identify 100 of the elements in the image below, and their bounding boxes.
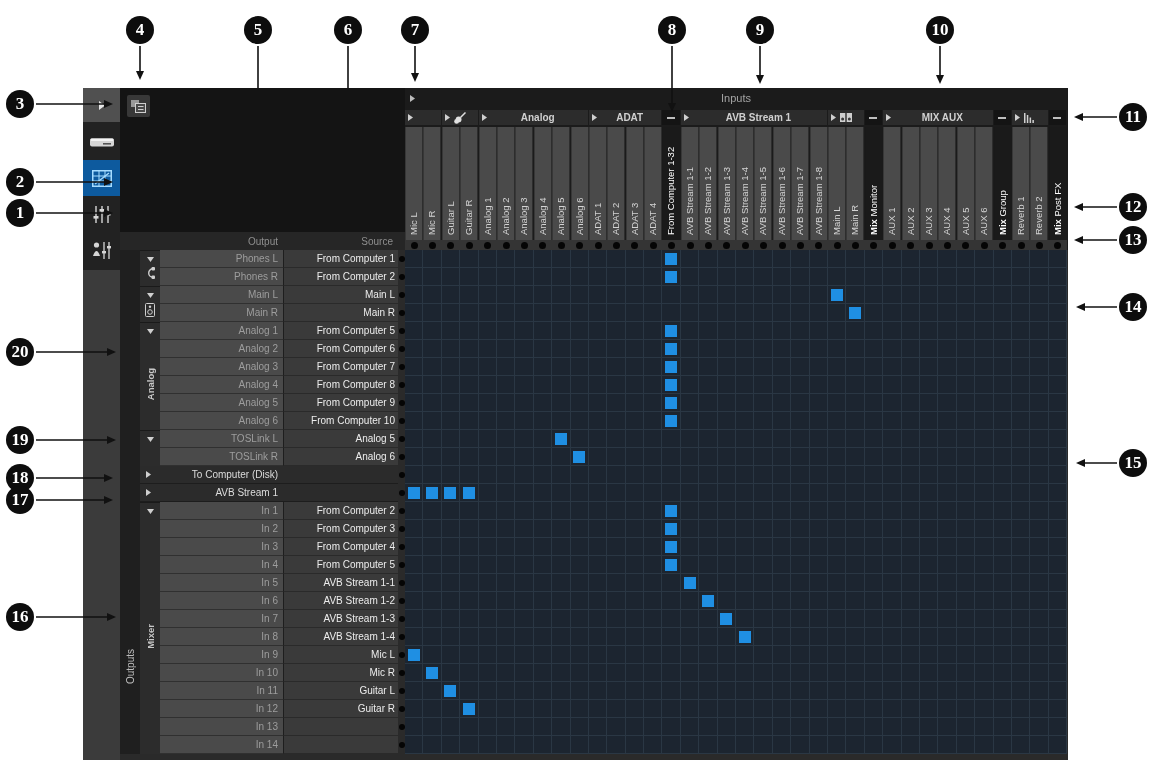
caret-icon[interactable] [408, 114, 413, 121]
output-cell: Main R [160, 304, 283, 322]
output-column-heading: Output [246, 235, 279, 247]
connector-dot-icon [852, 241, 860, 249]
source-cell: From Computer 6 [283, 340, 398, 358]
route-marker[interactable] [462, 486, 475, 499]
caret-icon[interactable] [886, 114, 892, 121]
callout-arrow [136, 46, 144, 80]
caret-icon[interactable] [831, 114, 836, 121]
connector-dot-icon [870, 241, 878, 249]
sidebar-tab[interactable] [83, 160, 120, 196]
callout-number: 14 [1119, 293, 1147, 321]
minus-icon[interactable] [998, 116, 1007, 119]
caret-icon[interactable] [683, 114, 689, 121]
connector-dot-icon [796, 241, 804, 249]
input-column-header: ADAT 4 [644, 127, 662, 240]
minus-icon[interactable] [1053, 116, 1062, 119]
route-marker[interactable] [444, 486, 457, 499]
person-sliders-icon [92, 241, 111, 259]
connector-dot-icon [398, 598, 405, 604]
output-group-label: AVB Stream 1 [214, 487, 278, 498]
callout-number: 12 [1119, 193, 1147, 221]
route-marker[interactable] [738, 630, 751, 643]
route-marker[interactable] [444, 684, 457, 697]
route-marker[interactable] [720, 612, 733, 625]
callout-number: 11 [1119, 103, 1147, 131]
source-cell: From Computer 9 [283, 394, 398, 412]
route-marker[interactable] [407, 648, 420, 661]
source-cell: From Computer 4 [283, 538, 398, 556]
caret-down-icon[interactable] [146, 329, 154, 334]
input-column-header: Guitar L [441, 127, 460, 240]
route-marker[interactable] [683, 576, 696, 589]
callout-number: 7 [401, 16, 429, 44]
output-cell: In 10 [160, 664, 283, 682]
callout-number: 8 [658, 16, 686, 44]
minus-icon[interactable] [869, 116, 878, 119]
input-column-header: AUX 3 [919, 127, 938, 240]
connector-dot-icon [704, 241, 712, 249]
source-cell: From Computer 3 [283, 520, 398, 538]
output-cell: Analog 4 [160, 376, 283, 394]
connector-dot-icon [398, 328, 405, 334]
minus-icon[interactable] [667, 116, 676, 119]
route-marker[interactable] [830, 288, 843, 301]
caret-down-icon[interactable] [146, 437, 154, 442]
input-column-header: ADAT 1 [588, 127, 607, 240]
source-cell: From Computer 2 [283, 268, 398, 286]
connector-dot-icon [649, 241, 657, 249]
hardware-unit-icon [89, 137, 114, 147]
callout-arrow [1076, 303, 1117, 311]
input-column-header: Analog 2 [496, 127, 515, 240]
caret-icon[interactable] [409, 94, 415, 102]
connector-dot-icon [398, 526, 405, 532]
callout-number: 4 [126, 16, 154, 44]
input-column-header: AUX 1 [883, 127, 901, 240]
output-cell: Analog 6 [160, 412, 283, 430]
input-column-header: Mic L [405, 127, 423, 240]
connector-dot-icon [907, 241, 915, 249]
output-cell: In 11 [160, 682, 283, 700]
connector-dot-icon [398, 580, 405, 586]
caret-icon[interactable] [146, 489, 151, 496]
source-cell: Guitar L [283, 682, 398, 700]
source-cell: AVB Stream 1-2 [283, 592, 398, 610]
caret-icon[interactable] [481, 114, 487, 121]
sliders-icon [92, 205, 111, 223]
input-column-header: AUX 5 [956, 127, 975, 240]
caret-icon[interactable] [146, 471, 151, 478]
source-column-heading: Source [360, 235, 394, 247]
input-group-label: Analog [519, 112, 556, 123]
output-cell: Phones L [160, 250, 283, 268]
caret-down-icon[interactable] [146, 509, 154, 514]
connector-dot-icon [576, 241, 584, 249]
caret-icon [98, 100, 105, 110]
connector-dot-icon [398, 652, 405, 658]
connector-dot-icon [944, 241, 951, 249]
connector-dot-icon [398, 562, 405, 568]
source-cell: AVB Stream 1-3 [283, 610, 398, 628]
view-toggle-button[interactable] [127, 95, 150, 117]
route-marker[interactable] [554, 432, 567, 445]
input-column-header: Guitar R [460, 127, 478, 240]
caret-icon[interactable] [444, 114, 450, 121]
source-cell: From Computer 7 [283, 358, 398, 376]
input-column-header: Mic R [423, 127, 441, 240]
caret-down-icon[interactable] [146, 293, 154, 298]
decay-bars-icon [1023, 112, 1034, 123]
route-marker[interactable] [462, 702, 475, 715]
connector-dot-icon [398, 490, 405, 496]
connector-dot-icon [557, 241, 565, 249]
caret-icon[interactable] [591, 114, 597, 121]
connector-dot-icon [398, 256, 405, 262]
input-column-header: ADAT 2 [607, 127, 625, 240]
callout-number: 6 [334, 16, 362, 44]
connector-dot-icon [1054, 241, 1062, 249]
caret-icon[interactable] [1014, 114, 1020, 121]
caret-down-icon[interactable] [146, 257, 154, 262]
output-cell: In 2 [160, 520, 283, 538]
callout-arrow [1074, 203, 1117, 211]
input-column-header: AVB Stream 1-8 [809, 127, 827, 240]
source-cell: Mic L [283, 646, 398, 664]
route-marker[interactable] [701, 594, 714, 607]
route-marker[interactable] [407, 486, 420, 499]
